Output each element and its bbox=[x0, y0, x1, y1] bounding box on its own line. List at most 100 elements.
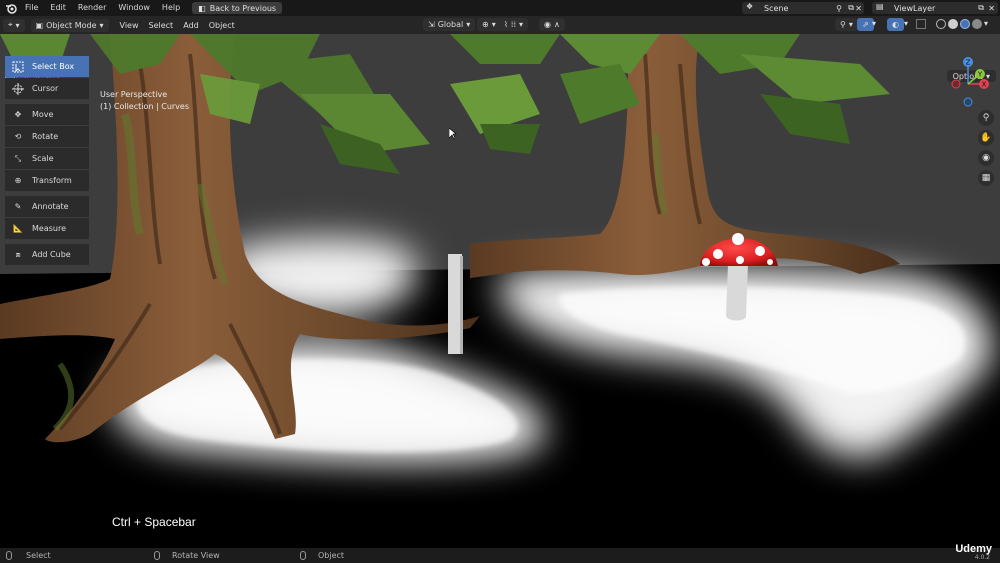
editor-type-button[interactable]: ⌖ ▾ bbox=[3, 18, 25, 32]
proportional-editing-button[interactable]: ◉ ∧ bbox=[539, 18, 565, 31]
gizmo-neg-z[interactable] bbox=[963, 97, 973, 107]
xray-icon[interactable] bbox=[916, 19, 926, 29]
menu-file[interactable]: File bbox=[19, 0, 44, 16]
close-view-layer-icon[interactable]: ✕ bbox=[988, 4, 995, 13]
tool-label: Measure bbox=[32, 224, 66, 233]
mode-selector[interactable]: ▣ Object Mode ▾ bbox=[30, 18, 109, 32]
scale-icon: ⤡ bbox=[14, 153, 22, 163]
annotate-icon: ✎ bbox=[14, 202, 22, 211]
mouse-right-icon bbox=[300, 551, 306, 560]
tool-add-cube[interactable]: ⧈ Add Cube bbox=[5, 244, 89, 265]
gizmo-neg-x[interactable] bbox=[951, 79, 961, 89]
scene-selector[interactable]: ❖ Scene ⚲ ⧉ ✕ bbox=[742, 2, 864, 14]
wireframe-shading-icon[interactable] bbox=[936, 19, 946, 29]
header-menu-object[interactable]: Object bbox=[204, 21, 240, 30]
close-scene-icon[interactable]: ✕ bbox=[855, 4, 862, 13]
status-rotate-view: Rotate View bbox=[154, 551, 220, 560]
mouse-middle-icon bbox=[154, 551, 160, 560]
tool-select-box[interactable]: Select Box bbox=[5, 56, 89, 77]
proportional-icon: ◉ bbox=[544, 20, 551, 29]
view-layer-selector[interactable]: ▤ ViewLayer ⧉ ✕ bbox=[872, 2, 998, 14]
status-select: Select bbox=[6, 551, 51, 560]
header-menu-add[interactable]: Add bbox=[178, 21, 204, 30]
pin-icon[interactable]: ⚲ bbox=[836, 4, 842, 13]
zoom-icon[interactable]: ⚲ bbox=[978, 110, 994, 126]
back-to-previous-label: Back to Previous bbox=[209, 3, 277, 13]
tool-rotate[interactable]: ⟲ Rotate bbox=[5, 126, 89, 147]
select-box-icon bbox=[9, 58, 27, 76]
transform-orientation-selector[interactable]: ⇲ Global ▾ bbox=[423, 18, 476, 31]
measure-icon: 📐 bbox=[13, 224, 23, 233]
visibility-button[interactable]: ⚲ ▾ bbox=[835, 18, 858, 31]
chevron-down-icon[interactable]: ▾ bbox=[872, 19, 876, 28]
falloff-icon: ∧ bbox=[553, 20, 560, 29]
cursor-icon bbox=[9, 80, 27, 98]
shortcut-overlay: Ctrl + Spacebar bbox=[112, 515, 196, 529]
menu-render[interactable]: Render bbox=[72, 0, 112, 16]
chevron-down-icon: ▾ bbox=[519, 20, 524, 29]
new-view-layer-icon[interactable]: ⧉ bbox=[978, 3, 984, 13]
scene-name: Scene bbox=[764, 3, 789, 13]
material-preview-icon[interactable] bbox=[960, 19, 970, 29]
tool-cursor[interactable]: Cursor bbox=[5, 78, 89, 99]
mouse-left-icon bbox=[6, 551, 12, 560]
udemy-watermark: Udemy bbox=[955, 543, 992, 555]
pan-hand-icon[interactable]: ✋ bbox=[978, 130, 994, 146]
snap-icon: ⌇ bbox=[504, 20, 508, 29]
tool-label: Add Cube bbox=[32, 250, 71, 259]
mouse-pointer-icon bbox=[449, 128, 457, 140]
menu-window[interactable]: Window bbox=[112, 0, 156, 16]
tool-label: Scale bbox=[32, 154, 54, 163]
overlays-button[interactable]: ◐ bbox=[887, 18, 904, 31]
status-select-label: Select bbox=[26, 551, 51, 560]
header-menu-view[interactable]: View bbox=[115, 21, 144, 30]
gizmo-z-label: Z bbox=[966, 59, 971, 67]
viewport-header: ⌖ ▾ ▣ Object Mode ▾ View Select Add Objec… bbox=[0, 16, 1000, 34]
tool-label: Move bbox=[32, 110, 54, 119]
3d-viewport[interactable]: User Perspective (1) Collection | Curves… bbox=[0, 34, 1000, 548]
rendered-shading-icon[interactable] bbox=[972, 19, 982, 29]
status-rotate-view-label: Rotate View bbox=[172, 551, 220, 560]
object-mode-icon: ▣ bbox=[35, 20, 44, 30]
pivot-point-button[interactable]: ⊕ ▾ bbox=[477, 18, 501, 31]
scene-icon: ❖ bbox=[746, 2, 754, 11]
viewport-info: User Perspective (1) Collection | Curves bbox=[100, 89, 189, 113]
header-menu-select[interactable]: Select bbox=[144, 21, 179, 30]
chevron-down-icon: ▾ bbox=[99, 20, 104, 30]
back-to-previous-button[interactable]: ◧ Back to Previous bbox=[192, 2, 283, 14]
tool-annotate[interactable]: ✎ Annotate bbox=[5, 196, 89, 217]
chevron-down-icon[interactable]: ▾ bbox=[904, 19, 908, 28]
chevron-down-icon: ▾ bbox=[491, 20, 496, 29]
chevron-down-icon: ▾ bbox=[466, 20, 471, 29]
tool-scale[interactable]: ⤡ Scale bbox=[5, 148, 89, 169]
tool-measure[interactable]: 📐 Measure bbox=[5, 218, 89, 239]
chevron-down-icon[interactable]: ▾ bbox=[984, 19, 988, 29]
orientation-icon: ⇲ bbox=[428, 20, 435, 29]
tool-transform[interactable]: ⊕ Transform bbox=[5, 170, 89, 191]
add-cube-icon: ⧈ bbox=[15, 249, 21, 259]
menu-edit[interactable]: Edit bbox=[44, 0, 72, 16]
top-menu-bar: File Edit Render Window Help ◧ Back to P… bbox=[0, 0, 1000, 16]
perspective-label: User Perspective bbox=[100, 90, 168, 99]
version-label: 4.0.2 bbox=[974, 554, 990, 561]
blender-logo-icon[interactable] bbox=[3, 0, 19, 16]
tool-label: Transform bbox=[32, 176, 72, 185]
new-scene-icon[interactable]: ⧉ bbox=[848, 3, 854, 13]
status-bar: Select Rotate View Object bbox=[0, 548, 1000, 563]
navigation-gizmo[interactable]: Z X Y bbox=[940, 54, 996, 110]
camera-view-icon[interactable]: ◉ bbox=[978, 150, 994, 166]
solid-shading-icon[interactable] bbox=[948, 19, 958, 29]
grid-view-icon[interactable]: ▦ bbox=[978, 170, 994, 186]
tool-label: Select Box bbox=[32, 62, 75, 71]
snapping-button[interactable]: ⌇ ⁞⁞ ▾ bbox=[499, 18, 529, 31]
tool-move[interactable]: ✥ Move bbox=[5, 104, 89, 125]
transform-icon: ⊕ bbox=[14, 176, 22, 185]
rotate-icon: ⟲ bbox=[14, 132, 22, 141]
move-icon: ✥ bbox=[14, 110, 22, 119]
menu-help[interactable]: Help bbox=[156, 0, 186, 16]
transform-orientation-label: Global bbox=[437, 20, 464, 29]
tool-label: Annotate bbox=[32, 202, 69, 211]
tool-label: Rotate bbox=[32, 132, 59, 141]
chevron-down-icon: ▾ bbox=[848, 20, 853, 29]
chevron-down-icon: ▾ bbox=[15, 20, 20, 30]
